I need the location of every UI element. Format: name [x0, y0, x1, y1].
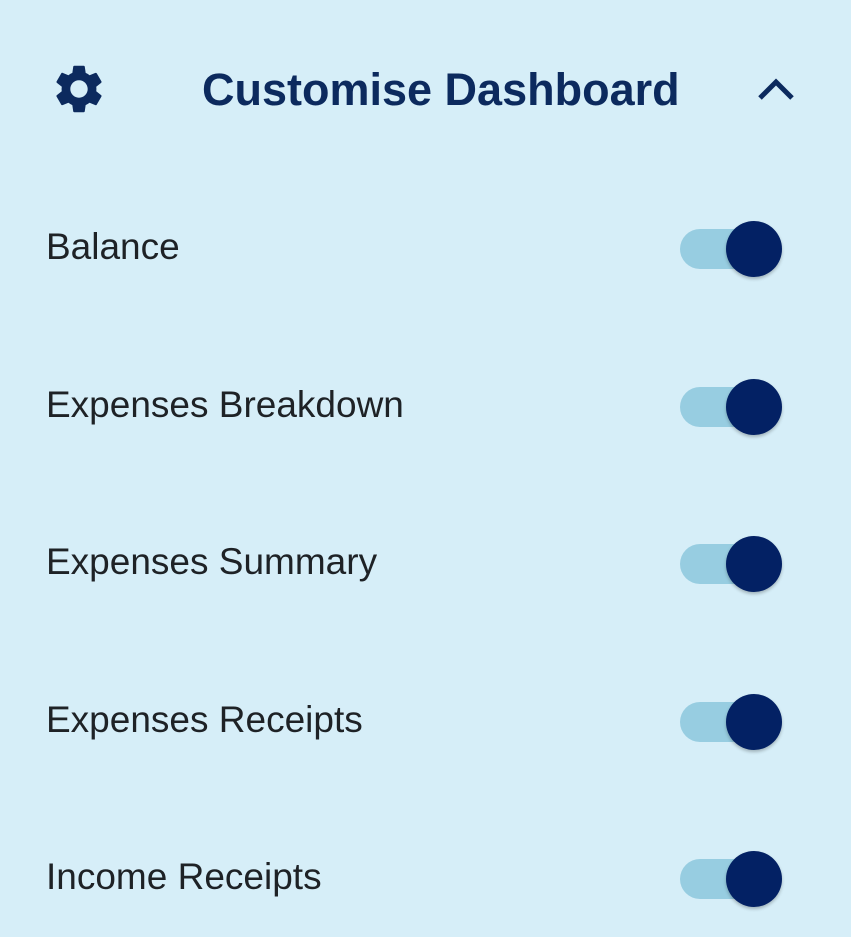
customise-dashboard-panel: Customise Dashboard Balance Expenses Bre… [0, 0, 851, 937]
chevron-up-icon[interactable] [750, 68, 802, 112]
setting-row-expenses-receipts: Expenses Receipts [0, 670, 851, 770]
panel-title: Customise Dashboard [202, 64, 680, 115]
gear-icon [56, 65, 102, 113]
toggle-thumb [726, 221, 782, 277]
setting-label: Balance [46, 226, 180, 267]
expenses-summary-toggle[interactable] [680, 534, 784, 594]
income-receipts-toggle[interactable] [680, 849, 784, 909]
setting-row-income-receipts: Income Receipts [0, 827, 851, 927]
toggle-thumb [726, 536, 782, 592]
toggle-thumb [726, 694, 782, 750]
setting-row-expenses-breakdown: Expenses Breakdown [0, 355, 851, 455]
expenses-receipts-toggle[interactable] [680, 692, 784, 752]
setting-row-balance: Balance [0, 197, 851, 297]
toggle-thumb [726, 851, 782, 907]
setting-label: Expenses Breakdown [46, 384, 404, 425]
setting-label: Income Receipts [46, 856, 322, 897]
setting-label: Expenses Receipts [46, 699, 363, 740]
toggle-thumb [726, 379, 782, 435]
setting-label: Expenses Summary [46, 541, 378, 582]
expenses-breakdown-toggle[interactable] [680, 377, 784, 437]
setting-row-expenses-summary: Expenses Summary [0, 512, 851, 612]
balance-toggle[interactable] [680, 219, 784, 279]
panel-header[interactable]: Customise Dashboard [0, 40, 851, 144]
